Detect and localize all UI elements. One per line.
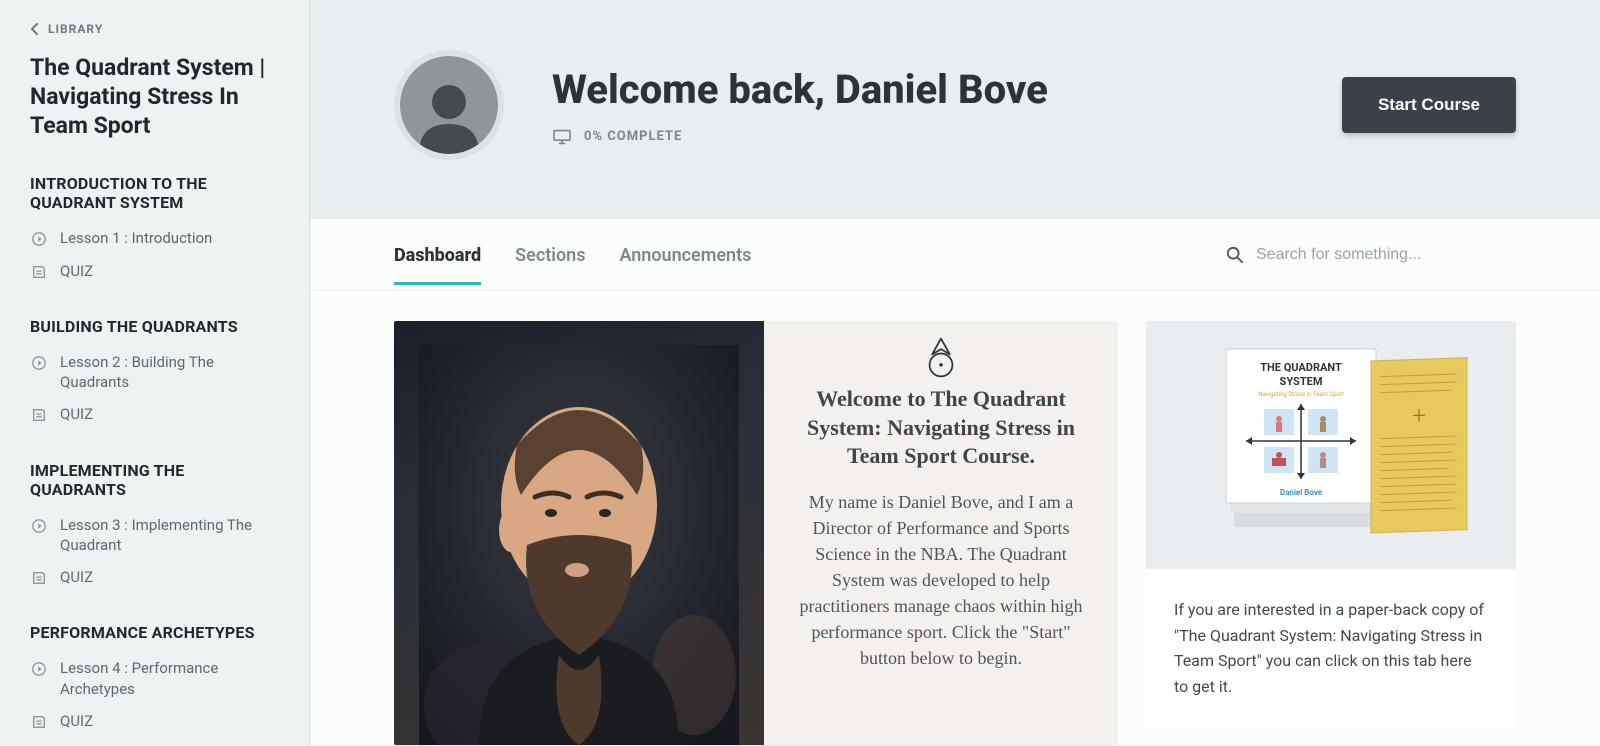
instructor-photo (394, 321, 764, 745)
lesson-item[interactable]: Lesson 2 : Building The Quadrants (30, 346, 279, 399)
tabs: Dashboard Sections Announcements (394, 225, 1226, 284)
item-label: QUIZ (60, 404, 93, 424)
quiz-item[interactable]: QUIZ (30, 398, 279, 430)
monitor-icon (552, 129, 572, 145)
start-course-button[interactable]: Start Course (1342, 77, 1516, 133)
quiz-item[interactable]: QUIZ (30, 255, 279, 287)
search-icon (1226, 246, 1244, 264)
section-group: PERFORMANCE ARCHETYPES Lesson 4 : Perform… (30, 623, 279, 737)
book-cta-card[interactable]: If you are interested in a paper-back co… (1146, 569, 1516, 729)
welcome-text: Welcome back, Daniel Bove (552, 66, 1342, 113)
section-heading[interactable]: PERFORMANCE ARCHETYPES (30, 623, 279, 642)
section-heading[interactable]: IMPLEMENTING THE QUADRANTS (30, 461, 279, 499)
quiz-icon (30, 713, 48, 731)
welcome-block: Welcome back, Daniel Bove 0% COMPLETE (552, 66, 1342, 145)
quiz-icon (30, 569, 48, 587)
section-heading[interactable]: BUILDING THE QUADRANTS (30, 317, 279, 336)
intro-title: Welcome to The Quadrant System: Navigati… (792, 385, 1090, 471)
dashboard-body: Welcome to The Quadrant System: Navigati… (310, 291, 1600, 745)
lesson-item[interactable]: Lesson 4 : Performance Archetypes (30, 652, 279, 705)
tab-announcements[interactable]: Announcements (619, 225, 751, 284)
section-heading[interactable]: INTRODUCTION TO THE QUADRANT SYSTEM (30, 174, 279, 212)
item-label: Lesson 3 : Implementing The Quadrant (60, 515, 279, 556)
item-label: Lesson 2 : Building The Quadrants (60, 352, 279, 393)
main: Welcome back, Daniel Bove 0% COMPLETE St… (310, 0, 1600, 746)
item-label: Lesson 4 : Performance Archetypes (60, 658, 279, 699)
avatar[interactable] (394, 50, 504, 160)
play-circle-icon (30, 517, 48, 535)
compass-logo-icon (919, 335, 963, 379)
library-back-link[interactable]: LIBRARY (30, 22, 279, 36)
item-label: QUIZ (60, 567, 93, 587)
section-group: BUILDING THE QUADRANTS Lesson 2 : Buildin… (30, 317, 279, 431)
tab-dashboard[interactable]: Dashboard (394, 225, 481, 284)
hero: Welcome back, Daniel Bove 0% COMPLETE St… (310, 0, 1600, 218)
course-title: The Quadrant System | Navigating Stress … (30, 54, 279, 140)
lesson-item[interactable]: Lesson 3 : Implementing The Quadrant (30, 509, 279, 562)
search-input[interactable] (1256, 246, 1516, 264)
progress-text: 0% COMPLETE (584, 129, 682, 144)
progress-line: 0% COMPLETE (552, 129, 1342, 145)
item-label: Lesson 1 : Introduction (60, 228, 212, 248)
lesson-item[interactable]: Lesson 1 : Introduction (30, 222, 279, 254)
tabs-row: Dashboard Sections Announcements (310, 219, 1600, 291)
quiz-item[interactable]: QUIZ (30, 561, 279, 593)
sidebar: LIBRARY The Quadrant System | Navigating… (0, 0, 310, 746)
svg-text:SYSTEM: SYSTEM (1280, 375, 1323, 388)
person-silhouette-icon (409, 74, 489, 154)
svg-text:Daniel Bove: Daniel Bove (1280, 488, 1323, 497)
quiz-icon (30, 263, 48, 281)
section-group: INTRODUCTION TO THE QUADRANT SYSTEM Lesso… (30, 174, 279, 287)
item-label: QUIZ (60, 261, 93, 281)
play-circle-icon (30, 660, 48, 678)
quiz-item[interactable]: QUIZ (30, 705, 279, 737)
item-label: QUIZ (60, 711, 93, 731)
svg-text:THE QUADRANT: THE QUADRANT (1260, 361, 1342, 374)
section-group: IMPLEMENTING THE QUADRANTS Lesson 3 : Imp… (30, 461, 279, 594)
chevron-left-icon (30, 22, 40, 36)
quiz-icon (30, 406, 48, 424)
play-circle-icon (30, 230, 48, 248)
intro-card[interactable]: Welcome to The Quadrant System: Navigati… (394, 321, 1118, 745)
right-column: THE QUADRANT SYSTEM Navigating Stress in… (1146, 321, 1516, 729)
book-cta-text: If you are interested in a paper-back co… (1174, 600, 1484, 696)
book-cover-card[interactable]: THE QUADRANT SYSTEM Navigating Stress in… (1146, 321, 1516, 569)
search-wrap[interactable] (1226, 246, 1516, 264)
content-panel: Dashboard Sections Announcements (310, 218, 1600, 745)
intro-body: My name is Daniel Bove, and I am a Direc… (792, 489, 1090, 672)
library-label: LIBRARY (48, 22, 103, 36)
tab-sections[interactable]: Sections (515, 225, 585, 284)
sections-list: INTRODUCTION TO THE QUADRANT SYSTEM Lesso… (30, 174, 279, 737)
intro-text: Welcome to The Quadrant System: Navigati… (764, 321, 1118, 745)
svg-text:Navigating Stress in Team Spor: Navigating Stress in Team Sport (1258, 391, 1344, 398)
play-circle-icon (30, 354, 48, 372)
